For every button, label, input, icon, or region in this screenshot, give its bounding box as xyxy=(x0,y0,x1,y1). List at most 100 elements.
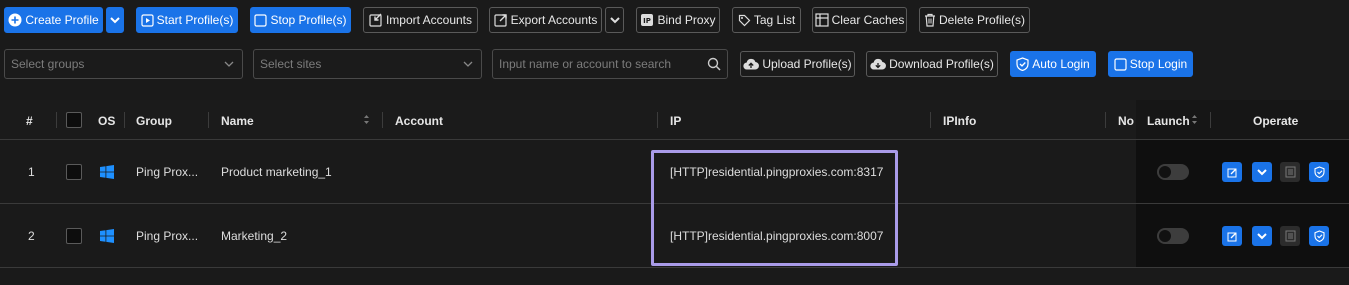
chevron-down-icon xyxy=(110,17,120,24)
create-profile-label: Create Profile xyxy=(25,13,99,27)
edit-icon xyxy=(1227,232,1236,241)
stop-icon xyxy=(1114,57,1127,71)
header-os: OS xyxy=(98,114,116,128)
chevron-down-icon xyxy=(1257,233,1267,240)
sort-icon[interactable] xyxy=(1191,114,1198,125)
clear-cache-icon xyxy=(815,13,829,27)
export-icon xyxy=(494,14,507,27)
play-icon xyxy=(141,13,154,27)
create-profile-dropdown-button[interactable] xyxy=(106,7,124,33)
row-checkbox[interactable] xyxy=(66,164,82,180)
document-icon xyxy=(1285,166,1295,178)
search-icon xyxy=(707,57,721,71)
shield-button[interactable] xyxy=(1309,226,1329,246)
column-divider xyxy=(1105,112,1106,128)
stop-login-button[interactable]: Stop Login xyxy=(1108,51,1193,77)
bind-proxy-label: Bind Proxy xyxy=(657,13,716,27)
export-accounts-button[interactable]: Export Accounts xyxy=(489,7,602,33)
column-divider xyxy=(657,112,658,128)
site-select-placeholder: Select sites xyxy=(260,57,322,71)
shield-check-icon xyxy=(1313,166,1325,178)
upload-profiles-button[interactable]: Upload Profile(s) xyxy=(740,51,855,77)
clear-caches-button[interactable]: Clear Caches xyxy=(812,7,907,33)
row-name: Product marketing_1 xyxy=(221,165,332,179)
download-profiles-label: Download Profile(s) xyxy=(889,57,994,71)
search-placeholder: Input name or account to search xyxy=(499,57,672,71)
windows-icon xyxy=(100,165,114,179)
header-index: # xyxy=(26,114,33,128)
group-select[interactable]: Select groups xyxy=(4,49,243,79)
launch-toggle[interactable] xyxy=(1157,228,1189,244)
stop-login-label: Stop Login xyxy=(1129,57,1188,71)
row-checkbox[interactable] xyxy=(66,228,82,244)
fixed-right-columns: Launch Operate xyxy=(1136,100,1349,268)
edit-button[interactable] xyxy=(1222,162,1242,182)
start-profiles-button[interactable]: Start Profile(s) xyxy=(136,7,238,33)
fixed-row xyxy=(1136,140,1349,204)
delete-profiles-label: Delete Profile(s) xyxy=(938,13,1026,27)
upload-profiles-label: Upload Profile(s) xyxy=(762,57,852,71)
search-input[interactable]: Input name or account to search xyxy=(492,49,728,79)
row-index: 2 xyxy=(28,229,35,243)
stop-profiles-button[interactable]: Stop Profile(s) xyxy=(250,7,351,33)
tag-list-button[interactable]: Tag List xyxy=(732,7,801,33)
sort-icon[interactable] xyxy=(363,114,370,125)
ip-icon: IP xyxy=(641,14,654,26)
cloud-upload-icon xyxy=(743,58,760,70)
header-operate: Operate xyxy=(1253,114,1299,128)
chevron-down-icon xyxy=(463,61,473,67)
header-ipinfo: IPInfo xyxy=(943,114,977,128)
import-icon xyxy=(369,13,382,27)
site-select[interactable]: Select sites xyxy=(253,49,482,79)
notes-button[interactable] xyxy=(1280,162,1300,182)
import-accounts-label: Import Accounts xyxy=(385,13,473,27)
stop-icon xyxy=(254,13,268,27)
row-index: 1 xyxy=(28,165,35,179)
header-account: Account xyxy=(395,114,443,128)
more-dropdown-button[interactable] xyxy=(1252,162,1272,182)
shield-button[interactable] xyxy=(1309,162,1329,182)
edit-icon xyxy=(1227,168,1236,177)
column-divider xyxy=(124,112,125,128)
svg-text:IP: IP xyxy=(644,17,652,25)
edit-button[interactable] xyxy=(1222,226,1242,246)
import-accounts-button[interactable]: Import Accounts xyxy=(363,7,478,33)
chevron-down-icon xyxy=(224,61,234,67)
row-group: Ping Prox... xyxy=(136,165,199,179)
chevron-down-icon xyxy=(609,17,620,24)
export-accounts-dropdown-button[interactable] xyxy=(605,7,624,33)
fixed-header: Launch Operate xyxy=(1136,100,1349,140)
row-group: Ping Prox... xyxy=(136,229,199,243)
header-ip: IP xyxy=(670,114,682,128)
shield-check-icon xyxy=(1016,57,1029,71)
export-accounts-label: Export Accounts xyxy=(510,13,598,27)
fixed-row xyxy=(1136,204,1349,268)
more-dropdown-button[interactable] xyxy=(1252,226,1272,246)
start-profiles-label: Start Profile(s) xyxy=(156,13,234,27)
clear-caches-label: Clear Caches xyxy=(831,13,905,27)
select-all-checkbox[interactable] xyxy=(66,112,82,128)
download-profiles-button[interactable]: Download Profile(s) xyxy=(866,51,998,77)
windows-icon xyxy=(100,229,114,243)
column-divider xyxy=(930,112,931,128)
launch-toggle[interactable] xyxy=(1157,164,1189,180)
bind-proxy-button[interactable]: IP Bind Proxy xyxy=(636,7,720,33)
row-ip: [HTTP]residential.pingproxies.com:8317 xyxy=(670,165,884,179)
cloud-download-icon xyxy=(870,58,887,70)
group-select-placeholder: Select groups xyxy=(11,57,85,71)
delete-profiles-button[interactable]: Delete Profile(s) xyxy=(919,7,1030,33)
header-name[interactable]: Name xyxy=(221,114,254,128)
header-group: Group xyxy=(136,114,172,128)
header-notes: No xyxy=(1118,114,1134,128)
notes-button[interactable] xyxy=(1280,226,1300,246)
create-profile-button[interactable]: Create Profile xyxy=(4,7,103,33)
auto-login-label: Auto Login xyxy=(1032,57,1090,71)
stop-profiles-label: Stop Profile(s) xyxy=(270,13,347,27)
tag-list-label: Tag List xyxy=(753,13,796,27)
auto-login-button[interactable]: Auto Login xyxy=(1010,51,1096,77)
plus-circle-icon xyxy=(8,13,22,27)
column-divider xyxy=(208,112,209,128)
row-ip: [HTTP]residential.pingproxies.com:8007 xyxy=(670,229,884,243)
column-divider xyxy=(382,112,383,128)
shield-check-icon xyxy=(1313,230,1325,242)
